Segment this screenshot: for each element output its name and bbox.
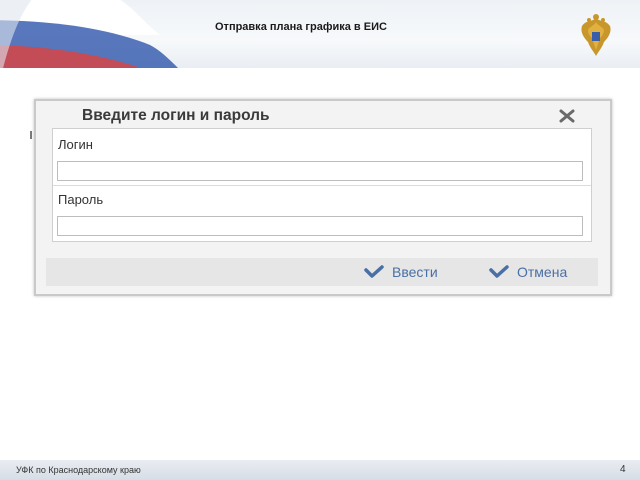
coat-of-arms-icon bbox=[581, 14, 611, 56]
checkmark-icon bbox=[364, 265, 384, 278]
submit-button[interactable]: Ввести bbox=[364, 262, 438, 282]
login-label: Логин bbox=[58, 137, 93, 152]
footer-bar: УФК по Краснодарскому краю 4 bbox=[0, 460, 640, 480]
footer-organization: УФК по Краснодарскому краю bbox=[16, 465, 141, 475]
close-icon[interactable] bbox=[557, 107, 577, 125]
page-number: 4 bbox=[620, 464, 626, 475]
page-title: Отправка плана графика в ЕИС bbox=[215, 21, 387, 33]
login-dialog: Введите логин и пароль Логин Пароль Ввес… bbox=[34, 99, 612, 296]
credentials-panel: Логин Пароль bbox=[52, 128, 592, 242]
password-input[interactable] bbox=[57, 216, 583, 236]
login-input[interactable] bbox=[57, 161, 583, 181]
cancel-button[interactable]: Отмена bbox=[489, 262, 567, 282]
checkmark-icon bbox=[489, 265, 509, 278]
password-label: Пароль bbox=[58, 192, 104, 207]
field-separator bbox=[53, 185, 591, 186]
submit-button-label: Ввести bbox=[392, 264, 438, 280]
dialog-button-bar: Ввести Отмена bbox=[46, 258, 598, 286]
cancel-button-label: Отмена bbox=[517, 264, 568, 280]
edge-decoration bbox=[30, 131, 32, 139]
header-banner: Отправка плана графика в ЕИС bbox=[0, 0, 640, 68]
russian-flag-decoration bbox=[0, 0, 178, 68]
dialog-title: Введите логин и пароль bbox=[82, 107, 270, 124]
